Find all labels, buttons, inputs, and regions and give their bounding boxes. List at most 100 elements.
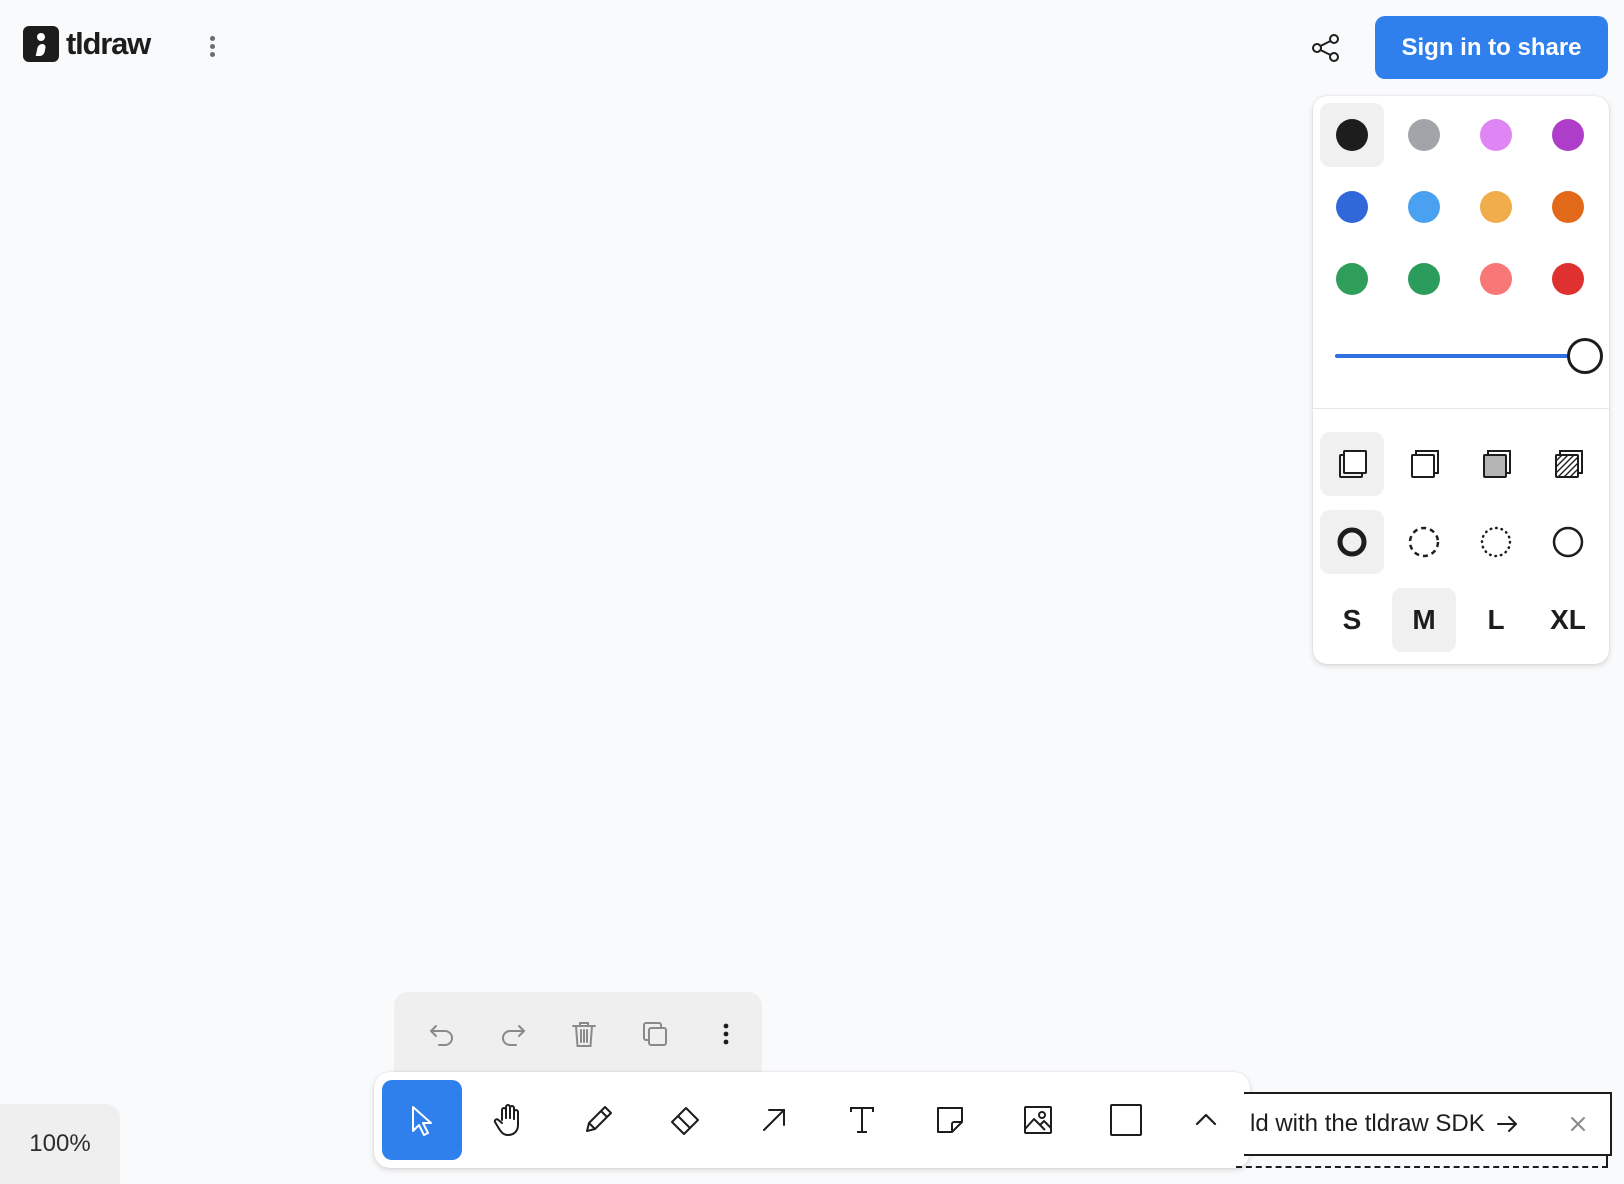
sdk-banner: ld with the tldraw SDK bbox=[1244, 1092, 1612, 1156]
size-m-button[interactable]: M bbox=[1392, 588, 1456, 652]
zoom-level-button[interactable]: 100% bbox=[0, 1104, 120, 1184]
fill-semi-icon bbox=[1411, 450, 1439, 478]
color-light-violet-button[interactable] bbox=[1464, 103, 1528, 167]
note-icon bbox=[937, 1107, 963, 1133]
tool-draw[interactable] bbox=[558, 1080, 638, 1160]
size-label: M bbox=[1412, 604, 1436, 635]
duplicate-button[interactable] bbox=[620, 1010, 691, 1058]
main-menu-button[interactable] bbox=[196, 30, 228, 62]
redo-icon bbox=[501, 1025, 525, 1046]
sdk-banner-dashed-outline bbox=[1236, 1156, 1608, 1168]
more-vertical-icon bbox=[724, 1023, 729, 1045]
color-picker bbox=[1320, 103, 1600, 311]
duplicate-icon bbox=[643, 1022, 668, 1046]
image-icon bbox=[1024, 1106, 1052, 1134]
color-red-button[interactable] bbox=[1536, 247, 1600, 311]
dash-dashed-icon bbox=[1408, 526, 1440, 558]
delete-button[interactable] bbox=[548, 1010, 619, 1058]
tldraw-logo: tldraw bbox=[23, 26, 151, 62]
tool-text[interactable] bbox=[822, 1080, 902, 1160]
dash-solid-button[interactable] bbox=[1536, 510, 1600, 574]
fill-solid-icon bbox=[1483, 450, 1511, 478]
dash-dotted-button[interactable] bbox=[1464, 510, 1528, 574]
color-violet-button[interactable] bbox=[1536, 103, 1600, 167]
size-xl-button[interactable]: XL bbox=[1536, 588, 1600, 652]
tool-rectangle[interactable] bbox=[1086, 1080, 1166, 1160]
color-light-red-button[interactable] bbox=[1464, 247, 1528, 311]
dash-draw-icon bbox=[1337, 527, 1367, 557]
color-swatch bbox=[1552, 119, 1584, 151]
size-label: L bbox=[1487, 604, 1505, 635]
color-swatch bbox=[1408, 191, 1440, 223]
fill-solid-button[interactable] bbox=[1464, 432, 1528, 496]
dash-solid-icon bbox=[1552, 526, 1584, 558]
eraser-icon bbox=[671, 1107, 699, 1135]
color-swatch bbox=[1336, 191, 1368, 223]
pencil-icon bbox=[586, 1106, 612, 1132]
color-swatch bbox=[1408, 263, 1440, 295]
color-swatch bbox=[1480, 119, 1512, 151]
tool-arrow[interactable] bbox=[734, 1080, 814, 1160]
color-swatch bbox=[1480, 191, 1512, 223]
dash-dotted-icon bbox=[1480, 526, 1512, 558]
size-label: XL bbox=[1550, 604, 1586, 635]
color-swatch bbox=[1336, 119, 1368, 151]
style-panel: S M L XL bbox=[1313, 96, 1609, 664]
tool-select[interactable] bbox=[382, 1080, 462, 1160]
color-orange-button[interactable] bbox=[1536, 175, 1600, 239]
text-icon bbox=[850, 1107, 874, 1133]
fill-pattern-icon bbox=[1555, 450, 1583, 478]
sdk-banner-link[interactable]: ld with the tldraw SDK bbox=[1244, 1110, 1519, 1138]
tool-note[interactable] bbox=[910, 1080, 990, 1160]
hand-icon bbox=[493, 1104, 519, 1136]
color-light-blue-button[interactable] bbox=[1392, 175, 1456, 239]
fill-none-icon bbox=[1339, 450, 1367, 478]
sign-in-button[interactable]: Sign in to share bbox=[1375, 16, 1608, 79]
redo-button[interactable] bbox=[477, 1010, 548, 1058]
color-green-button[interactable] bbox=[1320, 247, 1384, 311]
size-label: S bbox=[1342, 604, 1362, 635]
color-black-button[interactable] bbox=[1320, 103, 1384, 167]
undo-icon bbox=[429, 1025, 453, 1046]
quick-actions-bar bbox=[394, 992, 762, 1076]
app-name: tldraw bbox=[66, 26, 151, 61]
panel-divider bbox=[1313, 408, 1609, 409]
undo-button[interactable] bbox=[406, 1010, 477, 1058]
trash-icon bbox=[572, 1022, 596, 1047]
share-icon[interactable] bbox=[1308, 30, 1344, 66]
chevron-up-icon bbox=[1195, 1113, 1217, 1126]
fill-semi-button[interactable] bbox=[1392, 432, 1456, 496]
close-icon[interactable] bbox=[1566, 1112, 1590, 1136]
color-swatch bbox=[1480, 263, 1512, 295]
dash-dashed-button[interactable] bbox=[1392, 510, 1456, 574]
tool-eraser[interactable] bbox=[646, 1080, 726, 1160]
size-options: S M L XL bbox=[1320, 588, 1600, 652]
rectangle-icon bbox=[1110, 1104, 1142, 1136]
tool-image[interactable] bbox=[998, 1080, 1078, 1160]
color-swatch bbox=[1552, 191, 1584, 223]
sdk-banner-text: ld with the tldraw SDK bbox=[1250, 1110, 1485, 1137]
color-grey-button[interactable] bbox=[1392, 103, 1456, 167]
color-yellow-button[interactable] bbox=[1464, 175, 1528, 239]
main-toolbar bbox=[374, 1072, 1250, 1168]
tldraw-logo-icon bbox=[23, 26, 59, 62]
color-blue-button[interactable] bbox=[1320, 175, 1384, 239]
opacity-slider-thumb[interactable] bbox=[1567, 338, 1603, 374]
more-actions-button[interactable] bbox=[691, 1010, 762, 1058]
opacity-slider[interactable] bbox=[1335, 336, 1603, 376]
tool-hand[interactable] bbox=[470, 1080, 550, 1160]
color-swatch bbox=[1408, 119, 1440, 151]
size-l-button[interactable]: L bbox=[1464, 588, 1528, 652]
color-swatch bbox=[1336, 263, 1368, 295]
color-light-green-button[interactable] bbox=[1392, 247, 1456, 311]
dash-draw-button[interactable] bbox=[1320, 510, 1384, 574]
size-s-button[interactable]: S bbox=[1320, 588, 1384, 652]
more-tools-button[interactable] bbox=[1174, 1080, 1238, 1160]
arrow-right-icon bbox=[1495, 1112, 1519, 1136]
fill-pattern-button[interactable] bbox=[1536, 432, 1600, 496]
arrow-icon bbox=[763, 1109, 785, 1131]
fill-none-button[interactable] bbox=[1320, 432, 1384, 496]
cursor-icon bbox=[412, 1106, 432, 1136]
fill-options bbox=[1320, 432, 1600, 496]
color-swatch bbox=[1552, 263, 1584, 295]
